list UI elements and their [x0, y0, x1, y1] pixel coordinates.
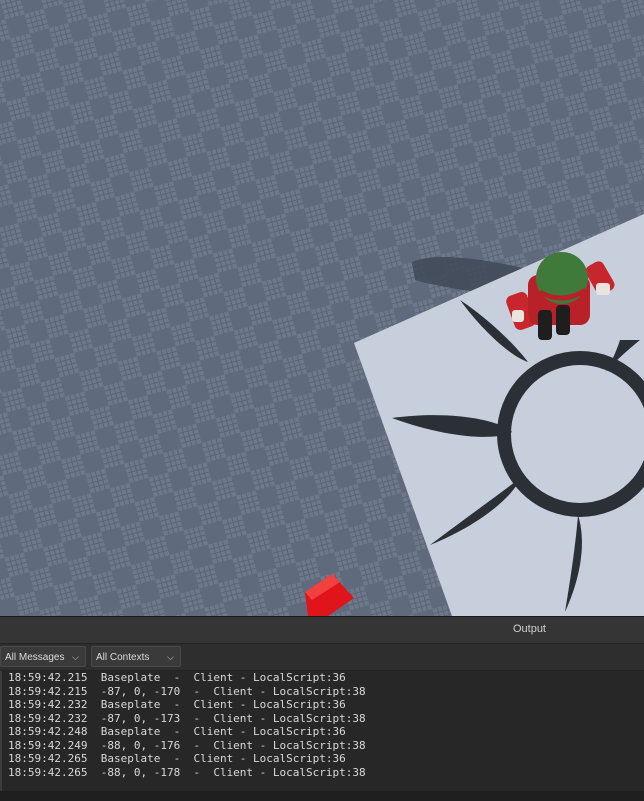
log-message: Baseplate - Client - LocalScript:36 — [100, 725, 346, 738]
log-time: 18:59:42.248 — [8, 725, 88, 738]
log-message: Baseplate - Client - LocalScript:36 — [100, 698, 346, 711]
message-filter-dropdown[interactable]: All Messages ⌵ — [0, 646, 86, 667]
log-message: -88, 0, -178 - Client - LocalScript:38 — [100, 765, 366, 779]
log-line: 18:59:42.232 Baseplate - Client - LocalS… — [2, 698, 644, 712]
log-line: 18:59:42.265 Baseplate - Client - LocalS… — [2, 752, 644, 766]
log-message: -87, 0, -170 - Client - LocalScript:38 — [100, 684, 366, 698]
chevron-down-icon: ⌵ — [167, 652, 174, 662]
log-message: -87, 0, -173 - Client - LocalScript:38 — [100, 711, 366, 725]
log-line: 18:59:42.215 Baseplate - Client - LocalS… — [2, 671, 644, 685]
filter-bar: All Messages ⌵ All Contexts ⌵ — [0, 644, 644, 671]
log-message: -88, 0, -176 - Client - LocalScript:38 — [100, 738, 366, 752]
log-line: 18:59:42.249 -88, 0, -176 - Client - Loc… — [2, 739, 644, 753]
log-time: 18:59:42.215 — [8, 671, 88, 684]
log-time: 18:59:42.265 — [8, 765, 88, 779]
log-message: Baseplate - Client - LocalScript:36 — [100, 752, 346, 765]
output-header: Output — [0, 617, 644, 644]
log-line: 18:59:42.215 -87, 0, -170 - Client - Loc… — [2, 685, 644, 699]
game-viewport[interactable] — [0, 0, 644, 616]
message-filter-label: All Messages — [5, 652, 65, 663]
output-log[interactable]: 18:59:42.215 Baseplate - Client - LocalS… — [0, 671, 644, 791]
log-time: 18:59:42.249 — [8, 738, 88, 752]
log-time: 18:59:42.232 — [8, 698, 88, 711]
log-time: 18:59:42.215 — [8, 684, 88, 698]
log-line: 18:59:42.248 Baseplate - Client - LocalS… — [2, 725, 644, 739]
log-line: 18:59:42.232 -87, 0, -173 - Client - Loc… — [2, 712, 644, 726]
output-panel: Output All Messages ⌵ All Contexts ⌵ 18:… — [0, 616, 644, 801]
output-title: Output — [512, 623, 546, 635]
log-time: 18:59:42.265 — [8, 752, 88, 765]
context-filter-label: All Contexts — [96, 652, 150, 663]
log-line: 18:59:42.265 -88, 0, -178 - Client - Loc… — [2, 766, 644, 780]
log-time: 18:59:42.232 — [8, 711, 88, 725]
context-filter-dropdown[interactable]: All Contexts ⌵ — [91, 646, 181, 667]
chevron-down-icon: ⌵ — [72, 652, 79, 662]
log-message: Baseplate - Client - LocalScript:36 — [100, 671, 346, 684]
